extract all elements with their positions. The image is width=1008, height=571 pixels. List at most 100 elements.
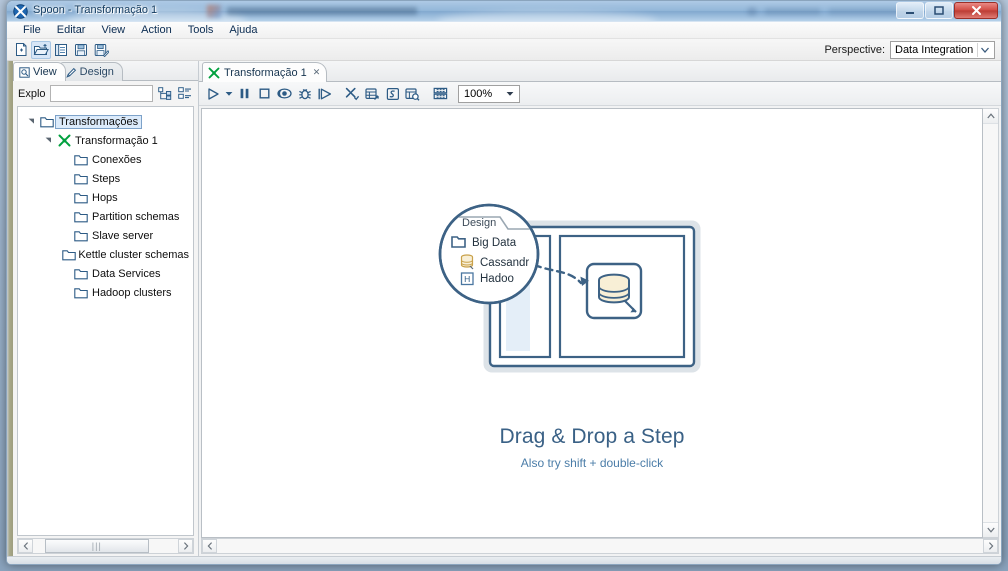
tree-item-label: Slave server <box>92 229 154 242</box>
folder-icon <box>72 154 90 166</box>
inspect-data-button[interactable] <box>403 84 422 104</box>
scroll-left-button[interactable] <box>18 539 33 553</box>
chevron-down-icon[interactable] <box>41 136 55 145</box>
window-controls <box>896 2 998 19</box>
tree-item-data-services[interactable]: Data Services <box>18 264 193 283</box>
explorer-tree[interactable]: Transformações Transformação 1 Conexões Ste… <box>17 106 194 536</box>
tree-item-hops[interactable]: Hops <box>18 188 193 207</box>
execution-results-button[interactable] <box>363 84 382 104</box>
title-bar: Spoon - Transformação 1 <box>7 1 1001 22</box>
transformation-settings-icon <box>345 87 360 100</box>
chevron-down-icon <box>986 527 995 533</box>
tree-item-partition-schemas[interactable]: Partition schemas <box>18 207 193 226</box>
scroll-up-button[interactable] <box>983 109 998 124</box>
chevron-down-icon <box>977 43 991 57</box>
tab-view-label: View <box>33 66 57 78</box>
explorer-filter-row: Explo <box>13 81 198 106</box>
explore-list-button[interactable] <box>51 41 71 59</box>
tab-design[interactable]: Design <box>59 62 123 81</box>
list-icon <box>55 43 67 56</box>
grid-align-button[interactable] <box>431 84 450 104</box>
close-button[interactable] <box>954 2 998 19</box>
canvas-scroll-right-button[interactable] <box>983 539 998 553</box>
run-options-button[interactable] <box>223 84 234 104</box>
scroll-right-button[interactable] <box>178 539 193 553</box>
save-button[interactable] <box>71 41 91 59</box>
collapse-all-icon <box>178 87 191 99</box>
preview-button[interactable] <box>275 84 294 104</box>
left-panel-tabstrip: View Design <box>13 61 198 81</box>
editor-tab-label: Transformação 1 <box>224 66 307 79</box>
tree-item-transforma-o-1[interactable]: Transformação 1 <box>18 131 193 150</box>
tree-item-label: Hadoop clusters <box>92 286 172 299</box>
canvas-hscrollbar[interactable] <box>201 538 999 554</box>
hscroll-thumb[interactable]: ||| <box>44 539 149 553</box>
menu-view[interactable]: View <box>93 23 133 37</box>
tree-item-conex-es[interactable]: Conexões <box>18 150 193 169</box>
grid-align-icon <box>433 87 448 100</box>
sql-button[interactable] <box>383 84 402 104</box>
perspective-value: Data Integration <box>895 44 974 56</box>
maximize-button[interactable] <box>925 2 953 19</box>
menu-action[interactable]: Action <box>133 23 180 37</box>
tree-item-label: Kettle cluster schemas <box>78 248 189 261</box>
magnifier-item-cassandra: Cassandr <box>480 257 529 269</box>
explorer-search-input[interactable] <box>49 85 153 102</box>
hscroll-track[interactable]: ||| <box>33 539 178 553</box>
zoom-dropdown[interactable]: 100% <box>458 84 520 103</box>
transformation-icon <box>208 67 220 78</box>
open-folder-icon <box>33 43 49 55</box>
tab-view[interactable]: View <box>13 62 66 81</box>
replay-button[interactable] <box>315 84 334 104</box>
tree-item-slave-server[interactable]: Slave server <box>18 226 193 245</box>
left-panel-hscrollbar[interactable]: ||| <box>17 538 194 554</box>
folder-icon <box>72 268 90 280</box>
folder-icon <box>72 211 90 223</box>
minimize-button[interactable] <box>896 2 924 19</box>
tab-transformacao-1[interactable]: Transformação 1 ✕ <box>202 62 328 82</box>
tree-item-label: Partition schemas <box>92 210 180 223</box>
ghost-window-icon-2 <box>747 7 757 16</box>
transformation-settings-button[interactable] <box>343 84 362 104</box>
cassandra-db-icon <box>460 254 474 270</box>
menu-file[interactable]: File <box>15 23 49 37</box>
magnifier-item-big-data: Big Data <box>472 237 517 249</box>
chevron-down-icon <box>504 88 516 100</box>
scroll-down-button[interactable] <box>983 522 998 537</box>
chevron-down-icon[interactable] <box>24 117 38 126</box>
canvas-area: Design Big Data Cassandr H Hadoo Drag & … <box>199 106 1001 538</box>
debug-button[interactable] <box>295 84 314 104</box>
vscroll-track[interactable] <box>983 124 998 522</box>
close-icon[interactable]: ✕ <box>313 67 321 78</box>
zoom-value: 100% <box>464 87 493 100</box>
sql-icon <box>386 87 399 100</box>
stop-icon <box>259 88 270 99</box>
collapse-all-button[interactable] <box>177 86 193 102</box>
replay-icon <box>318 88 331 99</box>
menu-tools[interactable]: Tools <box>180 23 222 37</box>
folder-icon <box>72 287 90 299</box>
new-file-icon <box>15 43 26 56</box>
transformation-canvas[interactable]: Design Big Data Cassandr H Hadoo Drag & … <box>201 108 983 538</box>
save-as-icon <box>94 43 109 57</box>
menu-ajuda[interactable]: Ajuda <box>221 23 265 37</box>
status-bar <box>7 556 1001 564</box>
canvas-scroll-left-button[interactable] <box>202 539 217 553</box>
canvas-vscrollbar[interactable] <box>983 108 999 538</box>
expand-all-button[interactable] <box>157 86 173 102</box>
menu-editar[interactable]: Editar <box>49 23 94 37</box>
pause-button[interactable] <box>235 84 254 104</box>
new-file-button[interactable] <box>11 41 31 59</box>
tree-item-kettle-cluster-schemas[interactable]: Kettle cluster schemas <box>18 245 193 264</box>
save-as-button[interactable] <box>91 41 111 59</box>
pencil-icon <box>65 67 76 78</box>
open-file-button[interactable] <box>31 40 51 59</box>
perspective-area: Perspective: Data Integration <box>824 41 995 59</box>
tree-item-steps[interactable]: Steps <box>18 169 193 188</box>
run-button[interactable] <box>203 84 222 104</box>
tree-item-transforma-es[interactable]: Transformações <box>18 112 193 131</box>
stop-button[interactable] <box>255 84 274 104</box>
perspective-dropdown[interactable]: Data Integration <box>890 41 995 59</box>
tree-item-hadoop-clusters[interactable]: Hadoop clusters <box>18 283 193 302</box>
canvas-hscroll-track[interactable] <box>217 539 983 553</box>
